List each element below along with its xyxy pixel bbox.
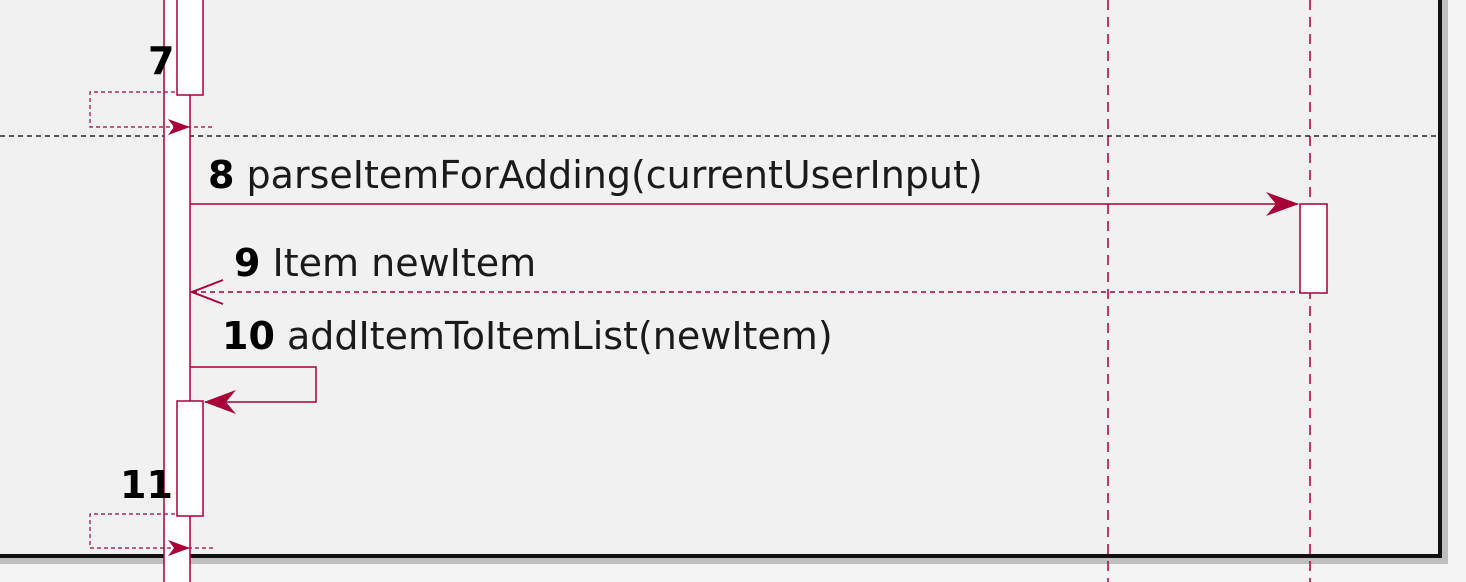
message-9-text: Item newItem	[273, 241, 537, 285]
sequence-diagram: 7 8 parseItemForAdding(currentUserInput)…	[0, 0, 1466, 582]
message-9-label: 9 Item newItem	[234, 241, 536, 285]
message-8-text: parseItemForAdding(currentUserInput)	[247, 153, 983, 197]
activation-bar	[176, 400, 204, 517]
message-7-number: 7	[148, 39, 174, 83]
message-8-label: 8 parseItemForAdding(currentUserInput)	[208, 153, 983, 197]
message-8-number: 8	[208, 153, 234, 197]
message-9-number: 9	[234, 241, 260, 285]
message-10-label: 10 addItemToItemList(newItem)	[222, 314, 833, 358]
activation-bar	[1299, 203, 1328, 294]
activation-bar	[176, 0, 204, 96]
message-11-number: 11	[120, 463, 173, 507]
alt-frame	[0, 0, 1442, 558]
message-10-text: addItemToItemList(newItem)	[287, 314, 833, 358]
message-10-number: 10	[222, 314, 275, 358]
